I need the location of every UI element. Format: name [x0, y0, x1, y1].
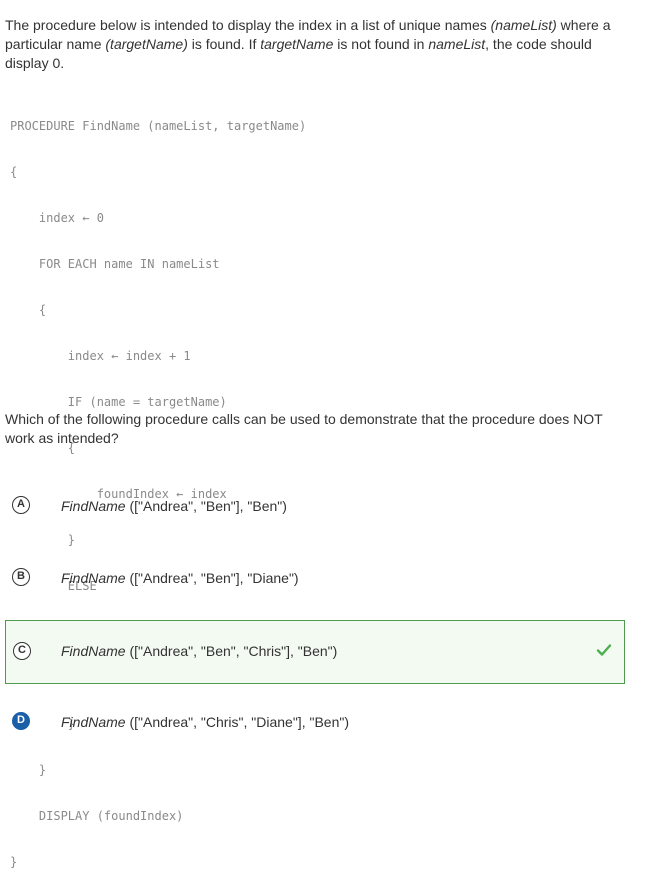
question-text: Which of the following procedure calls c… [5, 411, 603, 446]
choice-arguments: (["Andrea", "Ben"], "Ben") [125, 498, 287, 514]
code-line: { [10, 165, 18, 179]
choice-text: FindName (["Andrea", "Ben"], "Ben") [61, 497, 287, 515]
choice-text: FindName (["Andrea", "Ben", "Chris"], "B… [61, 642, 337, 660]
prompt-text: The procedure below is intended to displ… [5, 17, 491, 33]
code-line: } [10, 855, 18, 869]
choice-letter-badge: A [12, 496, 30, 514]
code-line: { [10, 303, 47, 317]
checkmark-icon [596, 644, 612, 656]
code-line: PROCEDURE FindName (nameList, targetName… [10, 119, 307, 133]
prompt-text-italic: (targetName) [105, 36, 188, 52]
answer-choice-c[interactable]: C FindName (["Andrea", "Ben", "Chris"], … [5, 620, 625, 684]
question-prompt: The procedure below is intended to displ… [5, 16, 620, 73]
code-line: DISPLAY (foundIndex) [10, 809, 184, 823]
code-line: FOR EACH name IN nameList [10, 257, 220, 271]
choice-arguments: (["Andrea", "Chris", "Diane"], "Ben") [125, 714, 349, 730]
choice-letter-badge: B [12, 568, 30, 586]
prompt-text: is found. If [187, 36, 261, 52]
choice-letter-badge: D [12, 712, 30, 730]
prompt-text-italic: targetName [260, 36, 334, 52]
answer-choice-d[interactable]: D FindName (["Andrea", "Chris", "Diane"]… [5, 692, 625, 754]
choice-arguments: (["Andrea", "Ben"], "Diane") [125, 570, 299, 586]
choice-arguments: (["Andrea", "Ben", "Chris"], "Ben") [125, 643, 338, 659]
code-line: } [10, 763, 47, 777]
choice-letter-badge: C [13, 642, 31, 660]
prompt-text-italic: (nameList) [490, 17, 557, 33]
code-line: index ← 0 [10, 211, 104, 225]
choice-function-name: FindName [61, 570, 126, 586]
answer-choice-a[interactable]: A FindName (["Andrea", "Ben"], "Ben") [5, 476, 625, 538]
prompt-text-italic: nameList [428, 36, 486, 52]
code-line: IF (name = targetName) [10, 395, 227, 409]
choice-function-name: FindName [61, 498, 126, 514]
choice-text: FindName (["Andrea", "Ben"], "Diane") [61, 569, 299, 587]
choice-text: FindName (["Andrea", "Chris", "Diane"], … [61, 713, 349, 731]
code-line: index ← index + 1 [10, 349, 191, 363]
choice-function-name: FindName [61, 714, 126, 730]
answer-choice-b[interactable]: B FindName (["Andrea", "Ben"], "Diane") [5, 548, 625, 610]
choice-function-name: FindName [61, 643, 126, 659]
prompt-text: is not found in [333, 36, 429, 52]
